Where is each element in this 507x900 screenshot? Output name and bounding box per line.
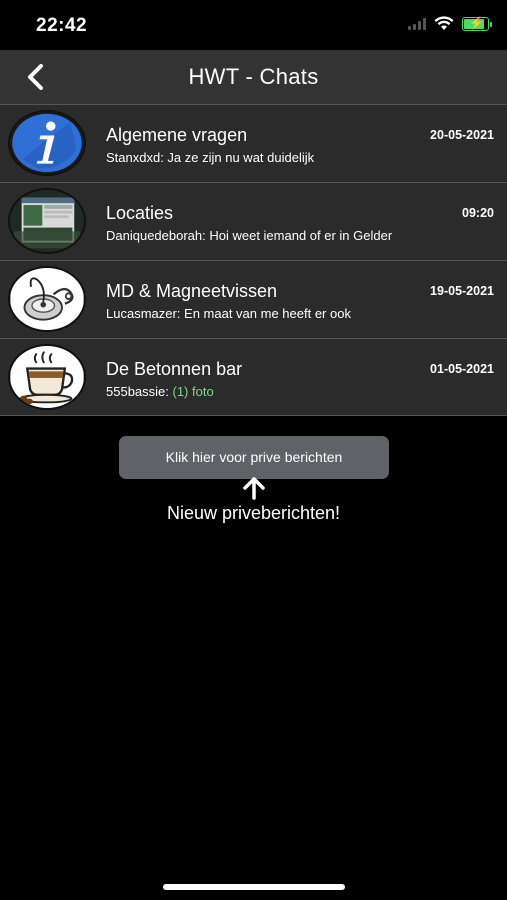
chat-title: Locaties xyxy=(106,203,174,223)
cellular-signal-icon xyxy=(408,17,426,30)
chat-date: 09:20 xyxy=(462,206,494,220)
chat-preview: Lucasmazer: En maat van me heeft er ook xyxy=(106,306,351,321)
wifi-icon xyxy=(434,16,454,30)
battery-charging-icon: ⚡ xyxy=(462,16,492,31)
home-indicator[interactable] xyxy=(163,884,345,890)
chat-row-algemene-vragen[interactable]: Algemene vragen Stanxdxd: Ja ze zijn nu … xyxy=(0,104,507,182)
chat-list: Algemene vragen Stanxdxd: Ja ze zijn nu … xyxy=(0,104,507,416)
chat-row-md-magneetvissen[interactable]: MD & Magneetvissen Lucasmazer: En maat v… xyxy=(0,260,507,338)
status-time: 22:42 xyxy=(36,15,88,36)
chat-row-locaties[interactable]: Locaties Daniquedeborah: Hoi weet iemand… xyxy=(0,182,507,260)
photo-attachment-label: (1) foto xyxy=(172,384,214,399)
chat-preview: Daniquedeborah: Hoi weet iemand of er in… xyxy=(106,228,393,243)
chat-title: Algemene vragen xyxy=(106,125,248,145)
chat-title: De Betonnen bar xyxy=(106,359,243,379)
page-title: HWT - Chats xyxy=(188,64,319,89)
chat-row-de-betonnen-bar[interactable]: De Betonnen bar 555bassie: (1) foto 01-0… xyxy=(0,338,507,416)
nav-bar: HWT - Chats xyxy=(0,50,507,104)
chat-preview: 555bassie: (1) foto xyxy=(106,384,214,399)
chat-date: 20-05-2021 xyxy=(430,128,494,142)
chat-date: 19-05-2021 xyxy=(430,284,494,298)
map-screenshot-thumbnail xyxy=(8,188,86,254)
status-bar: 22:42 ⚡ xyxy=(0,0,507,50)
private-messages-button[interactable]: Klik hier voor prive berichten xyxy=(119,436,389,479)
info-icon xyxy=(8,110,86,176)
chat-preview: Stanxdxd: Ja ze zijn nu wat duidelijk xyxy=(106,150,315,165)
arrow-up-icon xyxy=(243,477,265,500)
coffee-cup-icon xyxy=(8,344,86,410)
status-icons: ⚡ xyxy=(408,16,492,31)
chat-title: MD & Magneetvissen xyxy=(106,281,278,301)
magnet-icon xyxy=(8,266,86,332)
chat-date: 01-05-2021 xyxy=(430,362,494,376)
private-messages-note: Nieuw priveberichten! xyxy=(166,503,341,523)
